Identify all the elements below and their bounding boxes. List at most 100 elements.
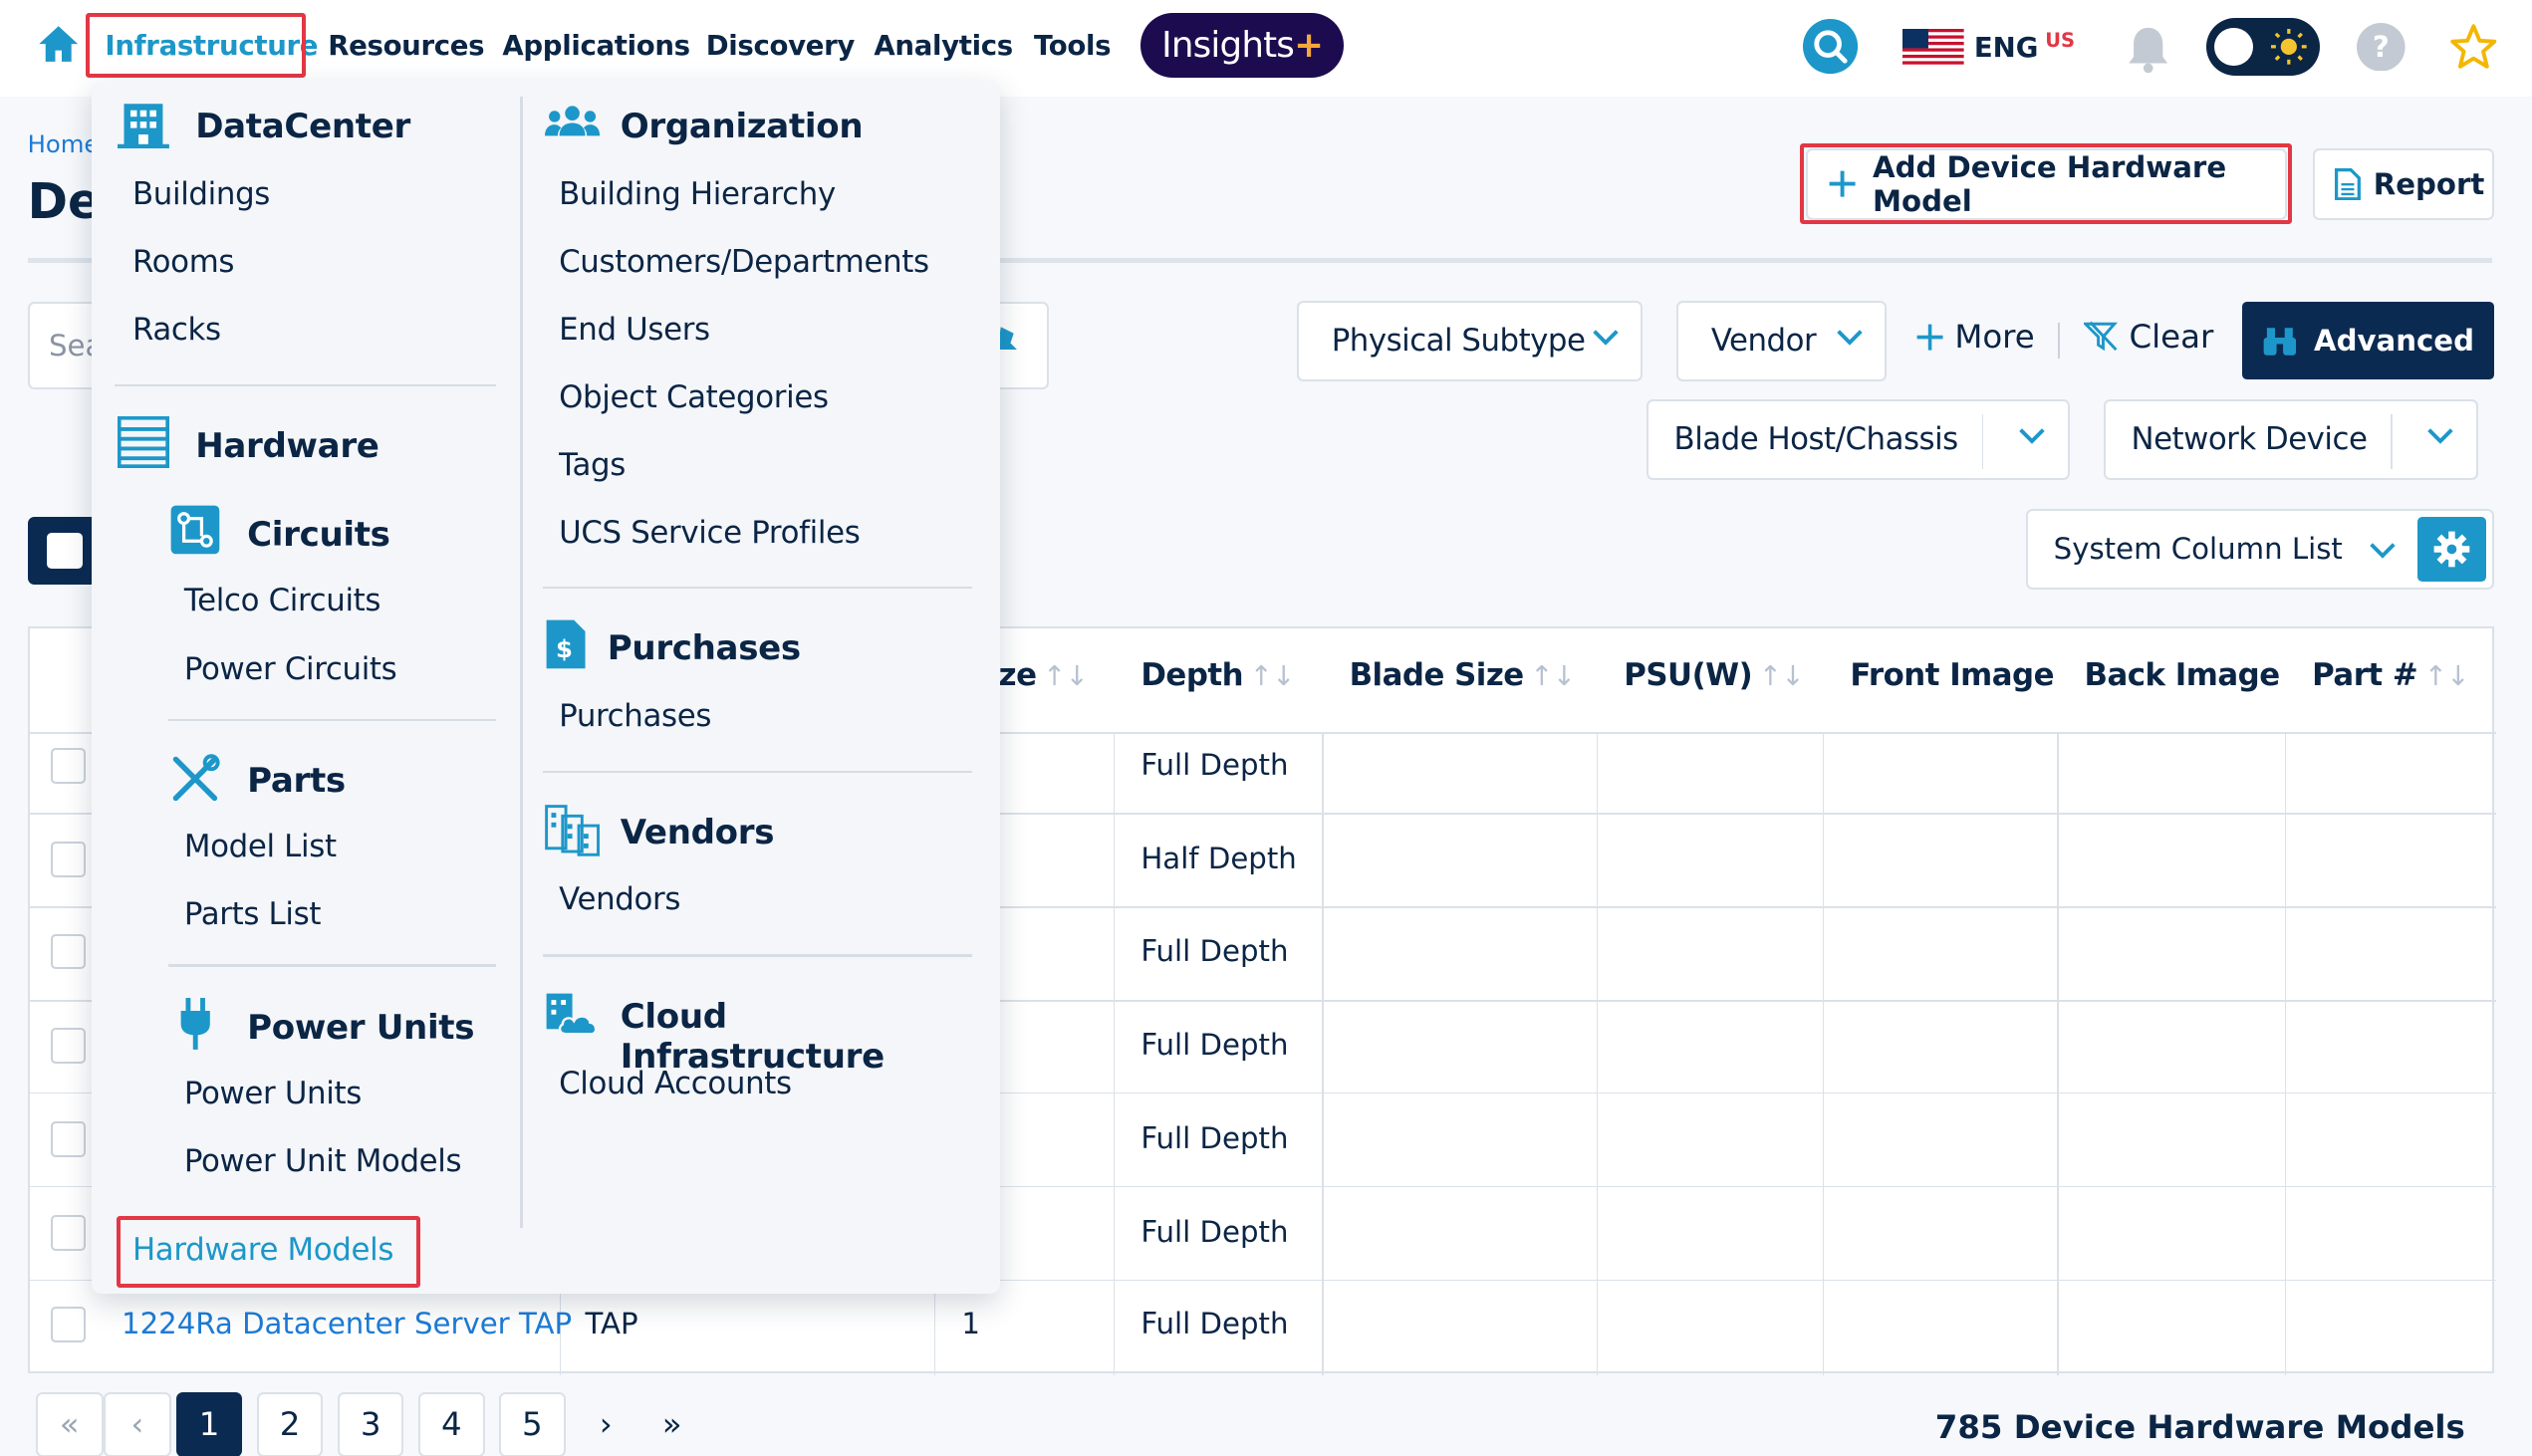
nav-analytics[interactable]: Analytics: [874, 29, 1013, 62]
column-header-depth[interactable]: Depth ↑↓: [1140, 657, 1295, 693]
previous-page-button[interactable]: ‹: [103, 1391, 171, 1456]
bell-icon[interactable]: [2126, 23, 2170, 75]
back-image-header-label: Back Image: [2084, 657, 2280, 694]
size-cell: 1: [961, 1307, 980, 1341]
tools-icon: [169, 753, 221, 805]
menu-item-power-unit-models[interactable]: Power Unit Models: [184, 1143, 462, 1179]
row-checkbox[interactable]: [50, 1120, 87, 1157]
vendor-filter[interactable]: Vendor: [1676, 300, 1888, 381]
first-page-button[interactable]: «: [35, 1391, 104, 1456]
menu-item-telco-circuits[interactable]: Telco Circuits: [184, 583, 381, 618]
report-button-label: Report: [2373, 166, 2485, 201]
size-header-label: ze: [998, 657, 1037, 694]
chevron-down-icon: [2019, 428, 2045, 444]
insights-button[interactable]: Insights +: [1139, 12, 1345, 78]
home-icon[interactable]: [36, 23, 81, 65]
column-header-psu[interactable]: PSU(W) ↑↓: [1624, 657, 1804, 693]
column-list-select[interactable]: System Column List: [2025, 508, 2495, 590]
chevron-down-icon: [2370, 543, 2396, 559]
language-label[interactable]: ENG: [1974, 31, 2039, 64]
column-header-size[interactable]: ze ↑↓: [999, 657, 1089, 693]
report-button[interactable]: Report: [2313, 148, 2495, 220]
blade-host-chassis-filter[interactable]: Blade Host/Chassis: [1646, 398, 2070, 480]
advanced-label: Advanced: [2313, 324, 2474, 359]
total-count: 785 Device Hardware Models: [1934, 1408, 2465, 1447]
page-title: De: [27, 174, 101, 231]
page-2-button[interactable]: 2: [256, 1391, 324, 1456]
menu-divider: [542, 954, 973, 957]
us-flag-icon[interactable]: [1902, 29, 1965, 65]
column-header-back-image: Back Image: [2084, 657, 2280, 694]
menu-item-building-hierarchy[interactable]: Building Hierarchy: [559, 176, 836, 212]
next-page-button[interactable]: ›: [575, 1392, 636, 1456]
people-group-icon: [544, 104, 600, 145]
page-1-button[interactable]: 1: [175, 1391, 243, 1456]
row-checkbox[interactable]: [50, 748, 87, 784]
theme-toggle[interactable]: [2206, 17, 2320, 77]
menu-heading-cloud-infrastructure: Cloud Infrastructure: [620, 996, 885, 1077]
server-rack-icon: [118, 416, 170, 469]
last-page-button[interactable]: »: [639, 1392, 704, 1456]
menu-item-ucs-service-profiles[interactable]: UCS Service Profiles: [559, 515, 861, 551]
language-region: US: [2045, 29, 2075, 53]
page-4-button[interactable]: 4: [418, 1391, 485, 1456]
part-number-header-label: Part #: [2312, 657, 2418, 694]
clear-filters-button[interactable]: Clear: [2084, 318, 2213, 356]
row-checkbox[interactable]: [50, 1307, 87, 1343]
column-header-part-number[interactable]: Part # ↑↓: [2312, 657, 2469, 693]
nav-discovery[interactable]: Discovery: [706, 29, 856, 62]
star-icon[interactable]: [2449, 23, 2498, 72]
nav-applications[interactable]: Applications: [502, 29, 690, 62]
sort-icon: ↑↓: [2423, 658, 2470, 692]
chevron-down-icon: [2427, 428, 2453, 444]
page-5-button[interactable]: 5: [499, 1391, 566, 1456]
menu-item-object-categories[interactable]: Object Categories: [559, 379, 829, 415]
row-checkbox[interactable]: [50, 1214, 87, 1251]
column-divider: [1822, 732, 1825, 1375]
document-icon: [2334, 167, 2361, 201]
physical-subtype-filter[interactable]: Physical Subtype: [1297, 300, 1644, 381]
advanced-search-button[interactable]: Advanced: [2242, 302, 2495, 380]
model-name-link[interactable]: 1224Ra Datacenter Server TAP: [122, 1307, 572, 1340]
menu-item-power-circuits[interactable]: Power Circuits: [184, 651, 397, 687]
sort-icon: ↑↓: [1042, 658, 1089, 692]
chevron-down-icon: [1592, 330, 1619, 346]
menu-item-cloud-accounts[interactable]: Cloud Accounts: [559, 1066, 792, 1101]
page-3-button[interactable]: 3: [337, 1391, 404, 1456]
row-checkbox[interactable]: [50, 1027, 87, 1064]
menu-item-end-users[interactable]: End Users: [559, 312, 710, 348]
menu-divider: [167, 964, 496, 967]
menu-item-power-units[interactable]: Power Units: [184, 1076, 362, 1111]
nav-resources[interactable]: Resources: [328, 29, 484, 62]
circuit-board-icon: [169, 504, 221, 556]
select-all-checkbox[interactable]: [27, 516, 99, 586]
menu-item-tags[interactable]: Tags: [559, 447, 626, 483]
depth-cell: Full Depth: [1140, 1307, 1289, 1341]
menu-column-divider: [520, 97, 523, 1228]
column-settings-button[interactable]: [2417, 517, 2486, 583]
help-icon[interactable]: ?: [2357, 22, 2405, 72]
more-filters-button[interactable]: More: [1915, 318, 2035, 356]
row-checkbox[interactable]: [50, 842, 87, 877]
depth-cell: Half Depth: [1140, 842, 1297, 876]
menu-divider: [167, 718, 496, 722]
nav-tools[interactable]: Tools: [1034, 29, 1112, 62]
column-header-blade-size[interactable]: Blade Size ↑↓: [1350, 657, 1576, 693]
menu-item-vendors[interactable]: Vendors: [559, 881, 680, 917]
menu-item-customers-departments[interactable]: Customers/Departments: [559, 244, 929, 280]
depth-cell: Full Depth: [1140, 748, 1289, 783]
blade-host-label: Blade Host/Chassis: [1673, 421, 1959, 458]
search-icon[interactable]: [1802, 19, 1859, 75]
depth-cell: Full Depth: [1140, 933, 1289, 968]
menu-item-racks[interactable]: Racks: [132, 312, 221, 348]
network-device-filter[interactable]: Network Device: [2103, 398, 2478, 480]
menu-item-buildings[interactable]: Buildings: [132, 176, 270, 212]
breadcrumb[interactable]: Home: [28, 129, 100, 158]
row-checkbox[interactable]: [50, 933, 87, 970]
menu-item-parts-list[interactable]: Parts List: [184, 896, 322, 932]
menu-item-purchases[interactable]: Purchases: [559, 698, 711, 734]
menu-item-model-list[interactable]: Model List: [184, 829, 337, 864]
svg-text:?: ?: [2373, 30, 2390, 64]
menu-item-rooms[interactable]: Rooms: [132, 244, 234, 280]
highlight-add-button: [1799, 143, 2293, 225]
